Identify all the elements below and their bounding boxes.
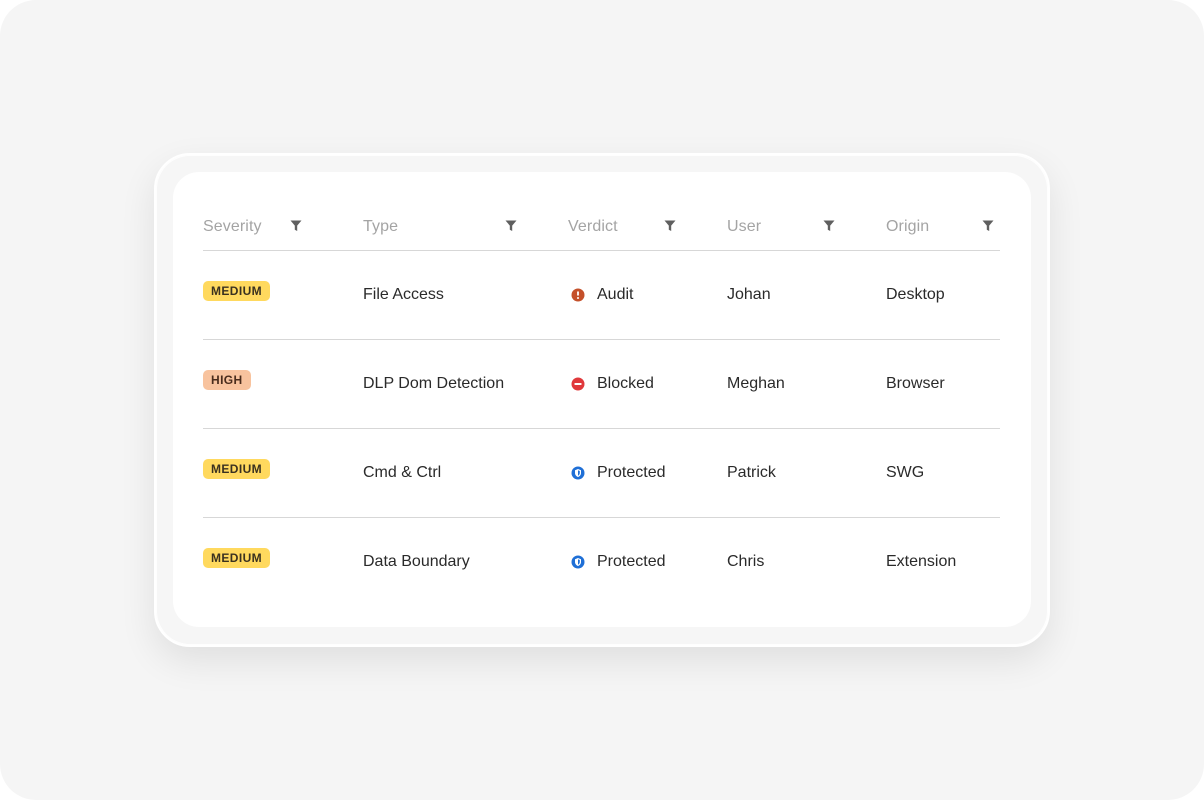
verdict-cell: Protected [571, 518, 665, 606]
severity-badge: MEDIUM [203, 548, 271, 568]
type-cell: DLP Dom Detection [363, 375, 505, 392]
origin-cell: Extension [886, 553, 957, 570]
table-header: Severity Type Verdict User Origin [203, 202, 1000, 251]
column-label: Type [363, 218, 399, 235]
severity-badge: MEDIUM [203, 281, 271, 301]
severity-badge: MEDIUM [203, 459, 271, 479]
table-row[interactable]: HIGH DLP Dom Detection Blocked Meghan Br… [203, 340, 1000, 429]
blocked-icon [571, 377, 585, 391]
verdict-cell: Blocked [571, 340, 654, 428]
filter-icon[interactable] [823, 220, 835, 232]
verdict-label: Protected [597, 553, 666, 570]
page-background: Severity Type Verdict User Origin MEDIUM… [0, 0, 1204, 800]
type-cell: Cmd & Ctrl [363, 464, 442, 481]
column-header-severity: Severity [203, 216, 303, 238]
filter-icon[interactable] [664, 220, 676, 232]
alerts-table-card: Severity Type Verdict User Origin MEDIUM… [173, 172, 1031, 627]
user-cell: Meghan [727, 375, 785, 392]
user-cell: Johan [727, 286, 771, 303]
column-header-user: User [727, 216, 827, 238]
type-cell: File Access [363, 286, 444, 303]
shield-icon [571, 466, 585, 480]
filter-icon[interactable] [982, 220, 994, 232]
shield-icon [571, 555, 585, 569]
verdict-label: Protected [597, 464, 666, 481]
column-label: Verdict [568, 218, 618, 235]
alerts-table: Severity Type Verdict User Origin MEDIUM… [203, 202, 1000, 606]
verdict-cell: Audit [571, 251, 633, 339]
origin-cell: Desktop [886, 286, 945, 303]
verdict-cell: Protected [571, 429, 665, 517]
column-header-origin: Origin [886, 216, 986, 238]
origin-cell: Browser [886, 375, 945, 392]
filter-icon[interactable] [290, 220, 302, 232]
verdict-label: Audit [597, 286, 634, 303]
column-header-verdict: Verdict [568, 216, 668, 238]
table-row[interactable]: MEDIUM Cmd & Ctrl Protected Patrick SWG [203, 429, 1000, 518]
user-cell: Chris [727, 553, 765, 570]
column-label: Severity [203, 218, 262, 235]
severity-badge: HIGH [203, 370, 251, 390]
alert-circle-icon [571, 288, 585, 302]
verdict-label: Blocked [597, 375, 654, 392]
type-cell: Data Boundary [363, 553, 470, 570]
filter-icon[interactable] [505, 220, 517, 232]
table-row[interactable]: MEDIUM File Access Audit Johan Desktop [203, 251, 1000, 340]
column-label: Origin [886, 218, 930, 235]
column-header-type: Type [363, 216, 503, 238]
origin-cell: SWG [886, 464, 925, 481]
column-label: User [727, 218, 762, 235]
user-cell: Patrick [727, 464, 776, 481]
table-row[interactable]: MEDIUM Data Boundary Protected Chris Ext… [203, 518, 1000, 606]
